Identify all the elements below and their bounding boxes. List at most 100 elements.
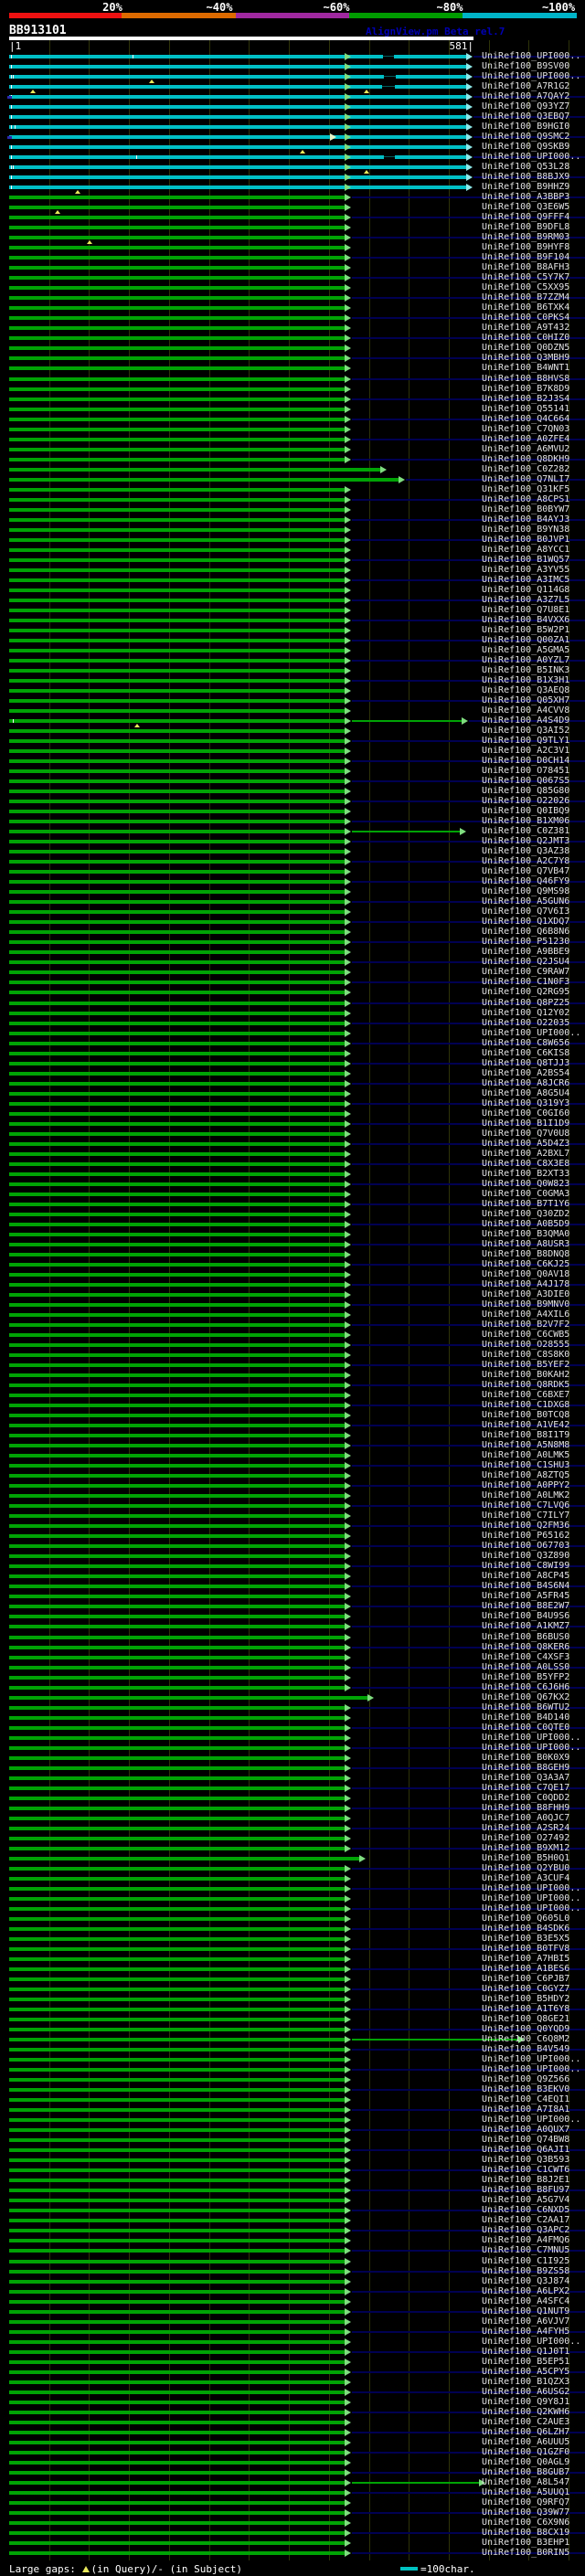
hit-label[interactable]: UniRef100_Q4C664 (482, 414, 569, 424)
hit-label[interactable]: UniRef100_Q3A3A7 (482, 1773, 569, 1783)
hit-bar[interactable] (9, 2088, 345, 2093)
hit-bar[interactable] (9, 206, 345, 210)
hit-bar[interactable] (9, 658, 345, 663)
hit-label[interactable]: UniRef100_A7R1G2 (482, 82, 569, 91)
hit-bar[interactable] (9, 2279, 345, 2284)
hit-label[interactable]: UniRef100_C4XSF3 (482, 1652, 569, 1662)
hit-label[interactable]: UniRef100_UPI000.. (482, 72, 580, 81)
hit-bar[interactable] (9, 1464, 345, 1468)
hit-bar[interactable] (9, 457, 345, 461)
hit-bar[interactable] (9, 1998, 345, 2002)
hit-bar[interactable] (9, 1383, 345, 1388)
hit-bar[interactable] (9, 1222, 345, 1226)
hit-label[interactable]: UniRef100_A3Z7L5 (482, 595, 569, 605)
hit-label[interactable]: UniRef100_Q3APC2 (482, 2226, 569, 2235)
hit-bar[interactable] (9, 1675, 345, 1680)
hit-bar[interactable] (9, 1836, 345, 1840)
hit-label[interactable]: UniRef100_C6PJB7 (482, 1975, 569, 1984)
hit-bar[interactable] (9, 608, 345, 612)
hit-label[interactable]: UniRef100_Q8TJJ3 (482, 1058, 569, 1068)
hit-label[interactable]: UniRef100_Q31KF5 (482, 484, 569, 494)
hit-bar[interactable] (9, 1232, 345, 1236)
hit-label[interactable]: UniRef100_A3IMC5 (482, 575, 569, 585)
hit-bar[interactable] (9, 487, 345, 492)
hit-label[interactable]: UniRef100_Q0YQD9 (482, 2025, 569, 2034)
hit-bar[interactable] (9, 1061, 345, 1065)
hit-label[interactable]: UniRef100_B7T1Y6 (482, 1199, 569, 1209)
hit-label[interactable]: UniRef100_C1DXG8 (482, 1401, 569, 1410)
hit-label[interactable]: UniRef100_UPI000.. (482, 2337, 580, 2347)
hit-label[interactable]: UniRef100_A8ZTQ5 (482, 1471, 569, 1480)
hit-label[interactable]: UniRef100_C1I925 (482, 2256, 569, 2266)
hit-bar[interactable] (9, 1262, 345, 1267)
hit-bar[interactable] (9, 790, 345, 794)
hit-bar[interactable] (9, 1202, 345, 1206)
hit-label[interactable]: UniRef100_C1SHU3 (482, 1461, 569, 1470)
hit-bar[interactable] (9, 1916, 345, 1921)
hit-bar[interactable] (9, 397, 345, 401)
hit-bar[interactable] (9, 970, 345, 975)
hit-label[interactable]: UniRef100_A1BES6 (482, 1965, 569, 1974)
hit-bar[interactable] (9, 2390, 345, 2394)
hit-label[interactable]: UniRef100_B1I1D9 (482, 1118, 569, 1129)
hit-bar[interactable] (9, 366, 345, 371)
hit-bar[interactable] (9, 246, 345, 250)
hit-bar[interactable] (9, 2490, 345, 2495)
hit-label[interactable]: UniRef100_A0QJC7 (482, 1813, 569, 1823)
hit-label[interactable]: UniRef100_UPI000.. (482, 1733, 580, 1743)
hit-label[interactable]: UniRef100_A5D4Z3 (482, 1139, 569, 1149)
hit-label[interactable]: UniRef100_B9ZS58 (482, 2266, 569, 2276)
hit-label[interactable]: UniRef100_Q3AZ38 (482, 847, 569, 856)
hit-label[interactable]: UniRef100_B8GUB7 (482, 2467, 569, 2477)
hit-bar[interactable] (9, 820, 345, 824)
hit-label[interactable]: UniRef100_A0YZL7 (482, 655, 569, 665)
hit-label[interactable]: UniRef100_A8JCR6 (482, 1078, 569, 1088)
hit-bar[interactable] (9, 2460, 345, 2465)
hit-label[interactable]: UniRef100_A9T432 (482, 323, 569, 333)
hit-label[interactable]: UniRef100_B5YEF2 (482, 1361, 569, 1370)
hit-bar[interactable] (9, 2269, 345, 2274)
hit-label[interactable]: UniRef100_UPI000.. (482, 153, 580, 162)
hit-bar[interactable] (9, 266, 345, 270)
hit-label[interactable]: UniRef100_C0QTE0 (482, 1723, 569, 1733)
hit-label[interactable]: UniRef100_Q3J874 (482, 2276, 569, 2286)
hit-bar[interactable] (9, 1171, 345, 1176)
hit-label[interactable]: UniRef100_Q39W77 (482, 2507, 569, 2518)
hit-row[interactable]: UniRef100_B0RIN5 (0, 2548, 585, 2561)
hit-bar[interactable] (9, 1111, 345, 1116)
hit-label[interactable]: UniRef100_O22035 (482, 1018, 569, 1028)
hit-label[interactable]: UniRef100_C7QE17 (482, 1783, 569, 1793)
hit-label[interactable]: UniRef100_O22026 (482, 797, 569, 806)
hit-bar[interactable] (9, 930, 345, 935)
hit-label[interactable]: UniRef100_B8CX19 (482, 2528, 569, 2538)
hit-label[interactable]: UniRef100_A5CPY5 (482, 2367, 569, 2377)
hit-bar[interactable] (9, 598, 345, 602)
hit-bar[interactable] (9, 2540, 345, 2545)
hit-label[interactable]: UniRef100_Q9SKB9 (482, 143, 569, 152)
hit-bar[interactable] (9, 427, 345, 431)
hit-label[interactable]: UniRef100_Q0IBQ9 (482, 807, 569, 816)
hit-bar[interactable] (9, 75, 466, 80)
hit-bar[interactable] (9, 628, 345, 632)
hit-label[interactable]: UniRef100_UPI000.. (482, 2055, 580, 2064)
hit-bar[interactable] (9, 537, 345, 542)
hit-bar[interactable] (9, 1685, 345, 1690)
hit-bar[interactable] (9, 668, 345, 673)
hit-bar[interactable] (9, 1796, 345, 1800)
hit-bar[interactable] (9, 2168, 345, 2173)
hit-label[interactable]: UniRef100_B0BYW7 (482, 504, 569, 514)
hit-label[interactable]: UniRef100_P65162 (482, 1532, 569, 1541)
hit-label[interactable]: UniRef100_UPI000.. (482, 1903, 580, 1913)
hit-label[interactable]: UniRef100_Q067S5 (482, 777, 569, 786)
hit-bar[interactable] (9, 1947, 345, 1951)
hit-label[interactable]: UniRef100_Q3B593 (482, 2156, 569, 2165)
hit-label[interactable]: UniRef100_B9YN38 (482, 525, 569, 535)
hit-bar[interactable] (9, 1866, 345, 1871)
hit-label[interactable]: UniRef100_UPI000.. (482, 2115, 580, 2125)
hit-bar[interactable] (9, 447, 345, 451)
hit-label[interactable]: UniRef100_Q1GZF0 (482, 2447, 569, 2457)
hit-label[interactable]: UniRef100_Q9Y8J1 (482, 2397, 569, 2407)
hit-label[interactable]: UniRef100_C7QN03 (482, 424, 569, 434)
hit-label[interactable]: UniRef100_UPI000.. (482, 1028, 580, 1038)
hit-label[interactable]: UniRef100_O27492 (482, 1833, 569, 1843)
